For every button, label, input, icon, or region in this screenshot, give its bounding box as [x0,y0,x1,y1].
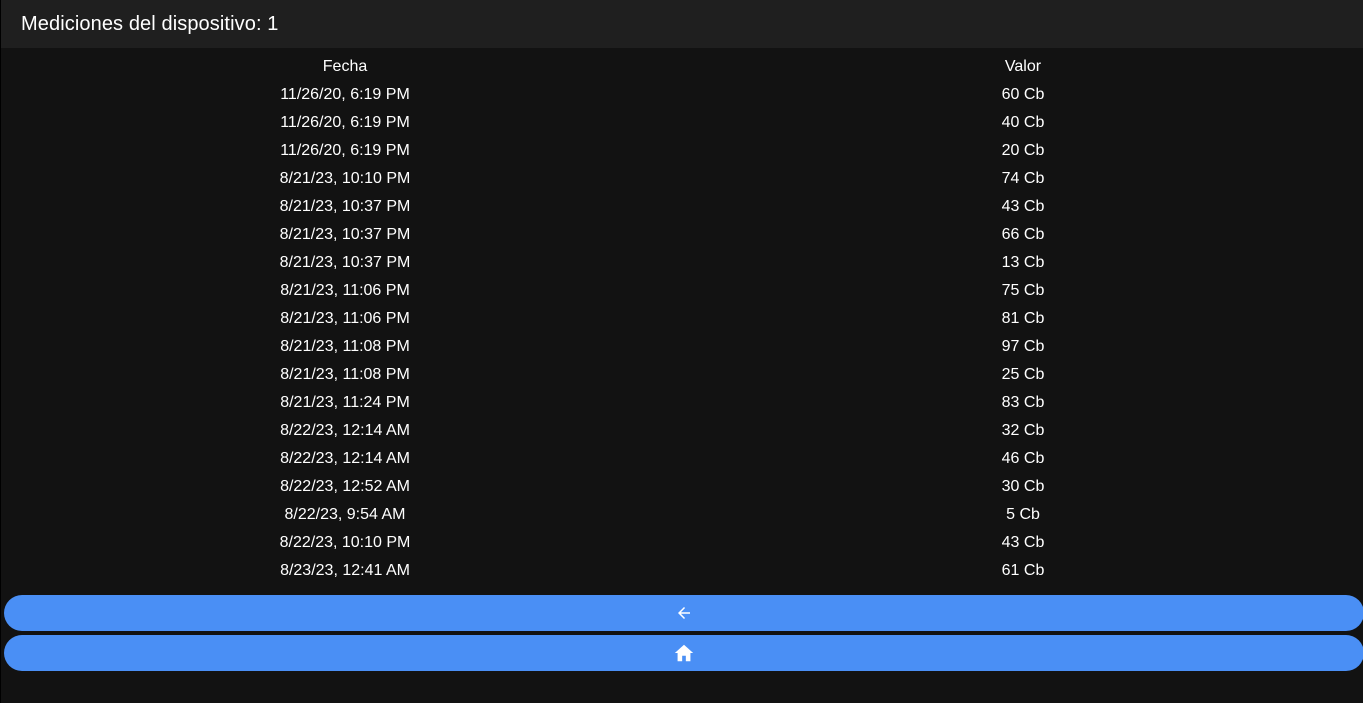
cell-fecha: 11/26/20, 6:19 PM [280,142,410,159]
cell-valor: 81 Cb [1001,310,1045,327]
cell-valor: 83 Cb [1001,394,1045,411]
home-button[interactable] [4,635,1363,671]
table-row: 8/21/23, 10:37 PM 43 Cb [1,193,1363,221]
table-row: 8/21/23, 10:37 PM 66 Cb [1,221,1363,249]
cell-fecha: 8/21/23, 10:10 PM [279,170,411,187]
table-row: 8/22/23, 12:52 AM 30 Cb [1,473,1363,501]
cell-valor: 97 Cb [1001,338,1045,355]
cell-valor: 66 Cb [1001,226,1045,243]
cell-fecha: 8/22/23, 12:52 AM [280,478,410,495]
cell-valor: 61 Cb [1001,562,1045,579]
cell-fecha: 8/22/23, 12:14 AM [280,450,410,467]
cell-fecha: 8/21/23, 10:37 PM [279,254,411,271]
cell-valor: 20 Cb [1001,142,1045,159]
cell-fecha: 11/26/20, 6:19 PM [280,114,410,131]
cell-fecha: 8/21/23, 11:06 PM [280,282,410,299]
cell-valor: 43 Cb [1001,534,1045,551]
table-row: 11/26/20, 6:19 PM 60 Cb [1,81,1363,109]
table-body: 11/26/20, 6:19 PM 60 Cb 11/26/20, 6:19 PM 4… [1,81,1363,585]
cell-fecha: 8/21/23, 11:06 PM [280,310,410,327]
table-row: 8/21/23, 11:24 PM 83 Cb [1,389,1363,417]
home-icon [673,642,695,664]
cell-fecha: 8/22/23, 9:54 AM [284,506,406,523]
app-window: Mediciones del dispositivo: 1 Fecha Valo… [0,0,1363,703]
table-row: 8/22/23, 9:54 AM 5 Cb [1,501,1363,529]
table-row: 8/21/23, 10:10 PM 74 Cb [1,165,1363,193]
cell-fecha: 11/26/20, 6:19 PM [280,86,410,103]
cell-valor: 46 Cb [1001,450,1045,467]
cell-fecha: 8/22/23, 10:10 PM [279,534,411,551]
cell-valor: 74 Cb [1001,170,1045,187]
table-row: 8/21/23, 10:37 PM 13 Cb [1,249,1363,277]
cell-fecha: 8/21/23, 10:37 PM [279,198,411,215]
table-row: 8/21/23, 11:08 PM 97 Cb [1,333,1363,361]
column-header-fecha: Fecha [322,58,368,75]
column-header-valor: Valor [1004,58,1042,75]
cell-valor: 40 Cb [1001,114,1045,131]
table-row: 8/22/23, 12:14 AM 32 Cb [1,417,1363,445]
cell-valor: 25 Cb [1001,366,1045,383]
cell-valor: 32 Cb [1001,422,1045,439]
table-row: 8/22/23, 10:10 PM 43 Cb [1,529,1363,557]
cell-valor: 75 Cb [1001,282,1045,299]
table-row: 8/22/23, 12:14 AM 46 Cb [1,445,1363,473]
page-title: Mediciones del dispositivo: 1 [21,12,279,35]
back-button[interactable] [4,595,1363,631]
table-row: 8/21/23, 11:06 PM 81 Cb [1,305,1363,333]
cell-fecha: 8/22/23, 12:14 AM [280,422,410,439]
cell-fecha: 8/23/23, 12:41 AM [280,562,410,579]
table-row: 8/21/23, 11:06 PM 75 Cb [1,277,1363,305]
cell-fecha: 8/21/23, 11:08 PM [280,338,410,355]
cell-valor: 43 Cb [1001,198,1045,215]
cell-valor: 30 Cb [1001,478,1045,495]
table-row: 11/26/20, 6:19 PM 40 Cb [1,109,1363,137]
cell-fecha: 8/21/23, 11:08 PM [280,366,410,383]
cell-fecha: 8/21/23, 10:37 PM [279,226,411,243]
table-row: 8/21/23, 11:08 PM 25 Cb [1,361,1363,389]
measurements-table: Fecha Valor 11/26/20, 6:19 PM 60 Cb 11/26/… [1,53,1363,585]
table-header-row: Fecha Valor [1,53,1363,81]
table-row: 8/23/23, 12:41 AM 61 Cb [1,557,1363,585]
cell-valor: 5 Cb [1006,506,1040,523]
top-toolbar: Mediciones del dispositivo: 1 [1,0,1363,48]
cell-fecha: 8/21/23, 11:24 PM [280,394,410,411]
table-row: 11/26/20, 6:19 PM 20 Cb [1,137,1363,165]
arrow-left-icon [675,604,693,622]
cell-valor: 60 Cb [1001,86,1045,103]
cell-valor: 13 Cb [1001,254,1045,271]
